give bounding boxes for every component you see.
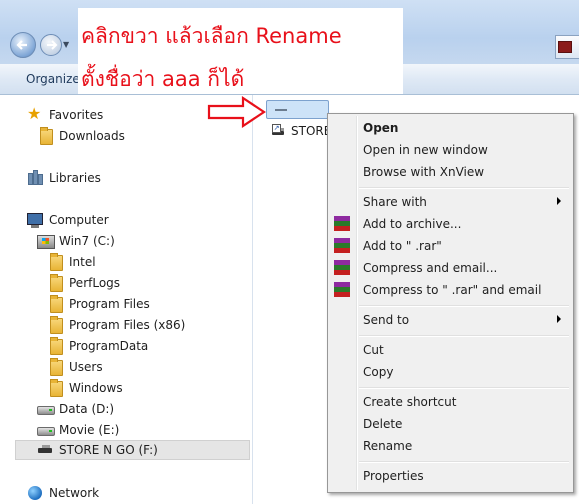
star-icon: ★ <box>27 104 42 123</box>
recent-pages-dropdown[interactable]: ▼ <box>63 40 73 50</box>
winrar-icon <box>334 282 350 298</box>
nav-favorites[interactable]: ★ Favorites <box>27 105 103 125</box>
submenu-arrow-icon <box>557 197 561 205</box>
menu-item-send-to[interactable]: Send to <box>330 309 571 331</box>
nav-movie-drive[interactable]: Movie (E:) <box>37 420 119 440</box>
menu-separator <box>359 305 569 307</box>
winrar-icon <box>334 216 350 232</box>
menu-item-rename[interactable]: Rename <box>330 435 571 457</box>
library-icon <box>27 170 43 186</box>
nav-folder-windows[interactable]: Windows <box>47 378 123 398</box>
menu-item-compress-rar-email[interactable]: Compress to " .rar" and email <box>330 279 571 301</box>
file-item-store[interactable]: ↗ STORE <box>272 124 331 138</box>
back-button[interactable] <box>10 32 36 58</box>
menu-separator <box>359 335 569 337</box>
menu-item-open-new-window[interactable]: Open in new window <box>330 139 571 161</box>
address-bar-end[interactable] <box>555 35 579 59</box>
text-cursor <box>275 109 287 111</box>
back-arrow-icon <box>16 40 27 50</box>
forward-button[interactable] <box>40 34 62 56</box>
folder-icon <box>47 379 63 397</box>
menu-item-compress-email[interactable]: Compress and email... <box>330 257 571 279</box>
winrar-icon <box>334 238 350 254</box>
folder-icon <box>47 274 63 292</box>
nav-folder-program-files[interactable]: Program Files <box>47 294 150 314</box>
folder-icon <box>47 337 63 355</box>
nav-store-n-go-drive[interactable]: STORE N GO (F:) <box>15 440 250 460</box>
nav-folder-intel[interactable]: Intel <box>47 252 96 272</box>
nav-folder-perflogs[interactable]: PerfLogs <box>47 273 120 293</box>
menu-item-open[interactable]: Open <box>330 117 571 139</box>
menu-item-properties[interactable]: Properties <box>330 465 571 487</box>
usb-shortcut-icon: ↗ <box>272 124 286 138</box>
nav-downloads[interactable]: Downloads <box>37 126 125 146</box>
folder-icon <box>47 253 63 271</box>
forward-arrow-icon <box>47 40 58 50</box>
menu-item-cut[interactable]: Cut <box>330 339 571 361</box>
menu-item-add-rar[interactable]: Add to " .rar" <box>330 235 571 257</box>
submenu-arrow-icon <box>557 315 561 323</box>
usb-drive-icon <box>37 442 53 458</box>
menu-item-copy[interactable]: Copy <box>330 361 571 383</box>
drive-icon <box>37 401 55 417</box>
menu-separator <box>359 461 569 463</box>
folder-icon <box>47 316 63 334</box>
drive-icon <box>37 422 55 438</box>
nav-folder-users[interactable]: Users <box>47 357 103 377</box>
computer-icon <box>27 212 43 228</box>
navigation-pane: ★ Favorites Downloads Libraries Computer… <box>0 95 253 504</box>
context-menu: Open Open in new window Browse with XnVi… <box>327 113 574 493</box>
menu-item-delete[interactable]: Delete <box>330 413 571 435</box>
menu-item-create-shortcut[interactable]: Create shortcut <box>330 391 571 413</box>
nav-network[interactable]: Network <box>27 483 99 503</box>
rename-edit-box[interactable] <box>266 100 329 119</box>
organize-button[interactable]: Organize <box>26 72 80 86</box>
nav-folder-program-files-x86[interactable]: Program Files (x86) <box>47 315 185 335</box>
nav-libraries[interactable]: Libraries <box>27 168 101 188</box>
windows-drive-icon <box>37 233 55 249</box>
instruction-line-2: ตั้งชื่อว่า aaa ก็ได้ <box>81 67 245 91</box>
nav-computer[interactable]: Computer <box>27 210 109 230</box>
drive-icon <box>558 41 572 53</box>
nav-folder-programdata[interactable]: ProgramData <box>47 336 148 356</box>
menu-item-add-archive[interactable]: Add to archive... <box>330 213 571 235</box>
folder-icon <box>37 127 53 145</box>
instruction-line-1: คลิกขวา แล้วเลือก Rename <box>81 24 342 48</box>
winrar-icon <box>334 260 350 276</box>
instruction-annotation: คลิกขวา แล้วเลือก Rename ตั้งชื่อว่า aaa… <box>78 8 403 94</box>
nav-data-drive[interactable]: Data (D:) <box>37 399 114 419</box>
menu-item-share-with[interactable]: Share with <box>330 191 571 213</box>
menu-item-browse-xnview[interactable]: Browse with XnView <box>330 161 571 183</box>
folder-icon <box>47 295 63 313</box>
red-arrow-icon <box>207 95 266 129</box>
folder-icon <box>47 358 63 376</box>
network-icon <box>27 485 43 501</box>
menu-separator <box>359 187 569 189</box>
menu-separator <box>359 387 569 389</box>
nav-win7-drive[interactable]: Win7 (C:) <box>37 231 115 251</box>
